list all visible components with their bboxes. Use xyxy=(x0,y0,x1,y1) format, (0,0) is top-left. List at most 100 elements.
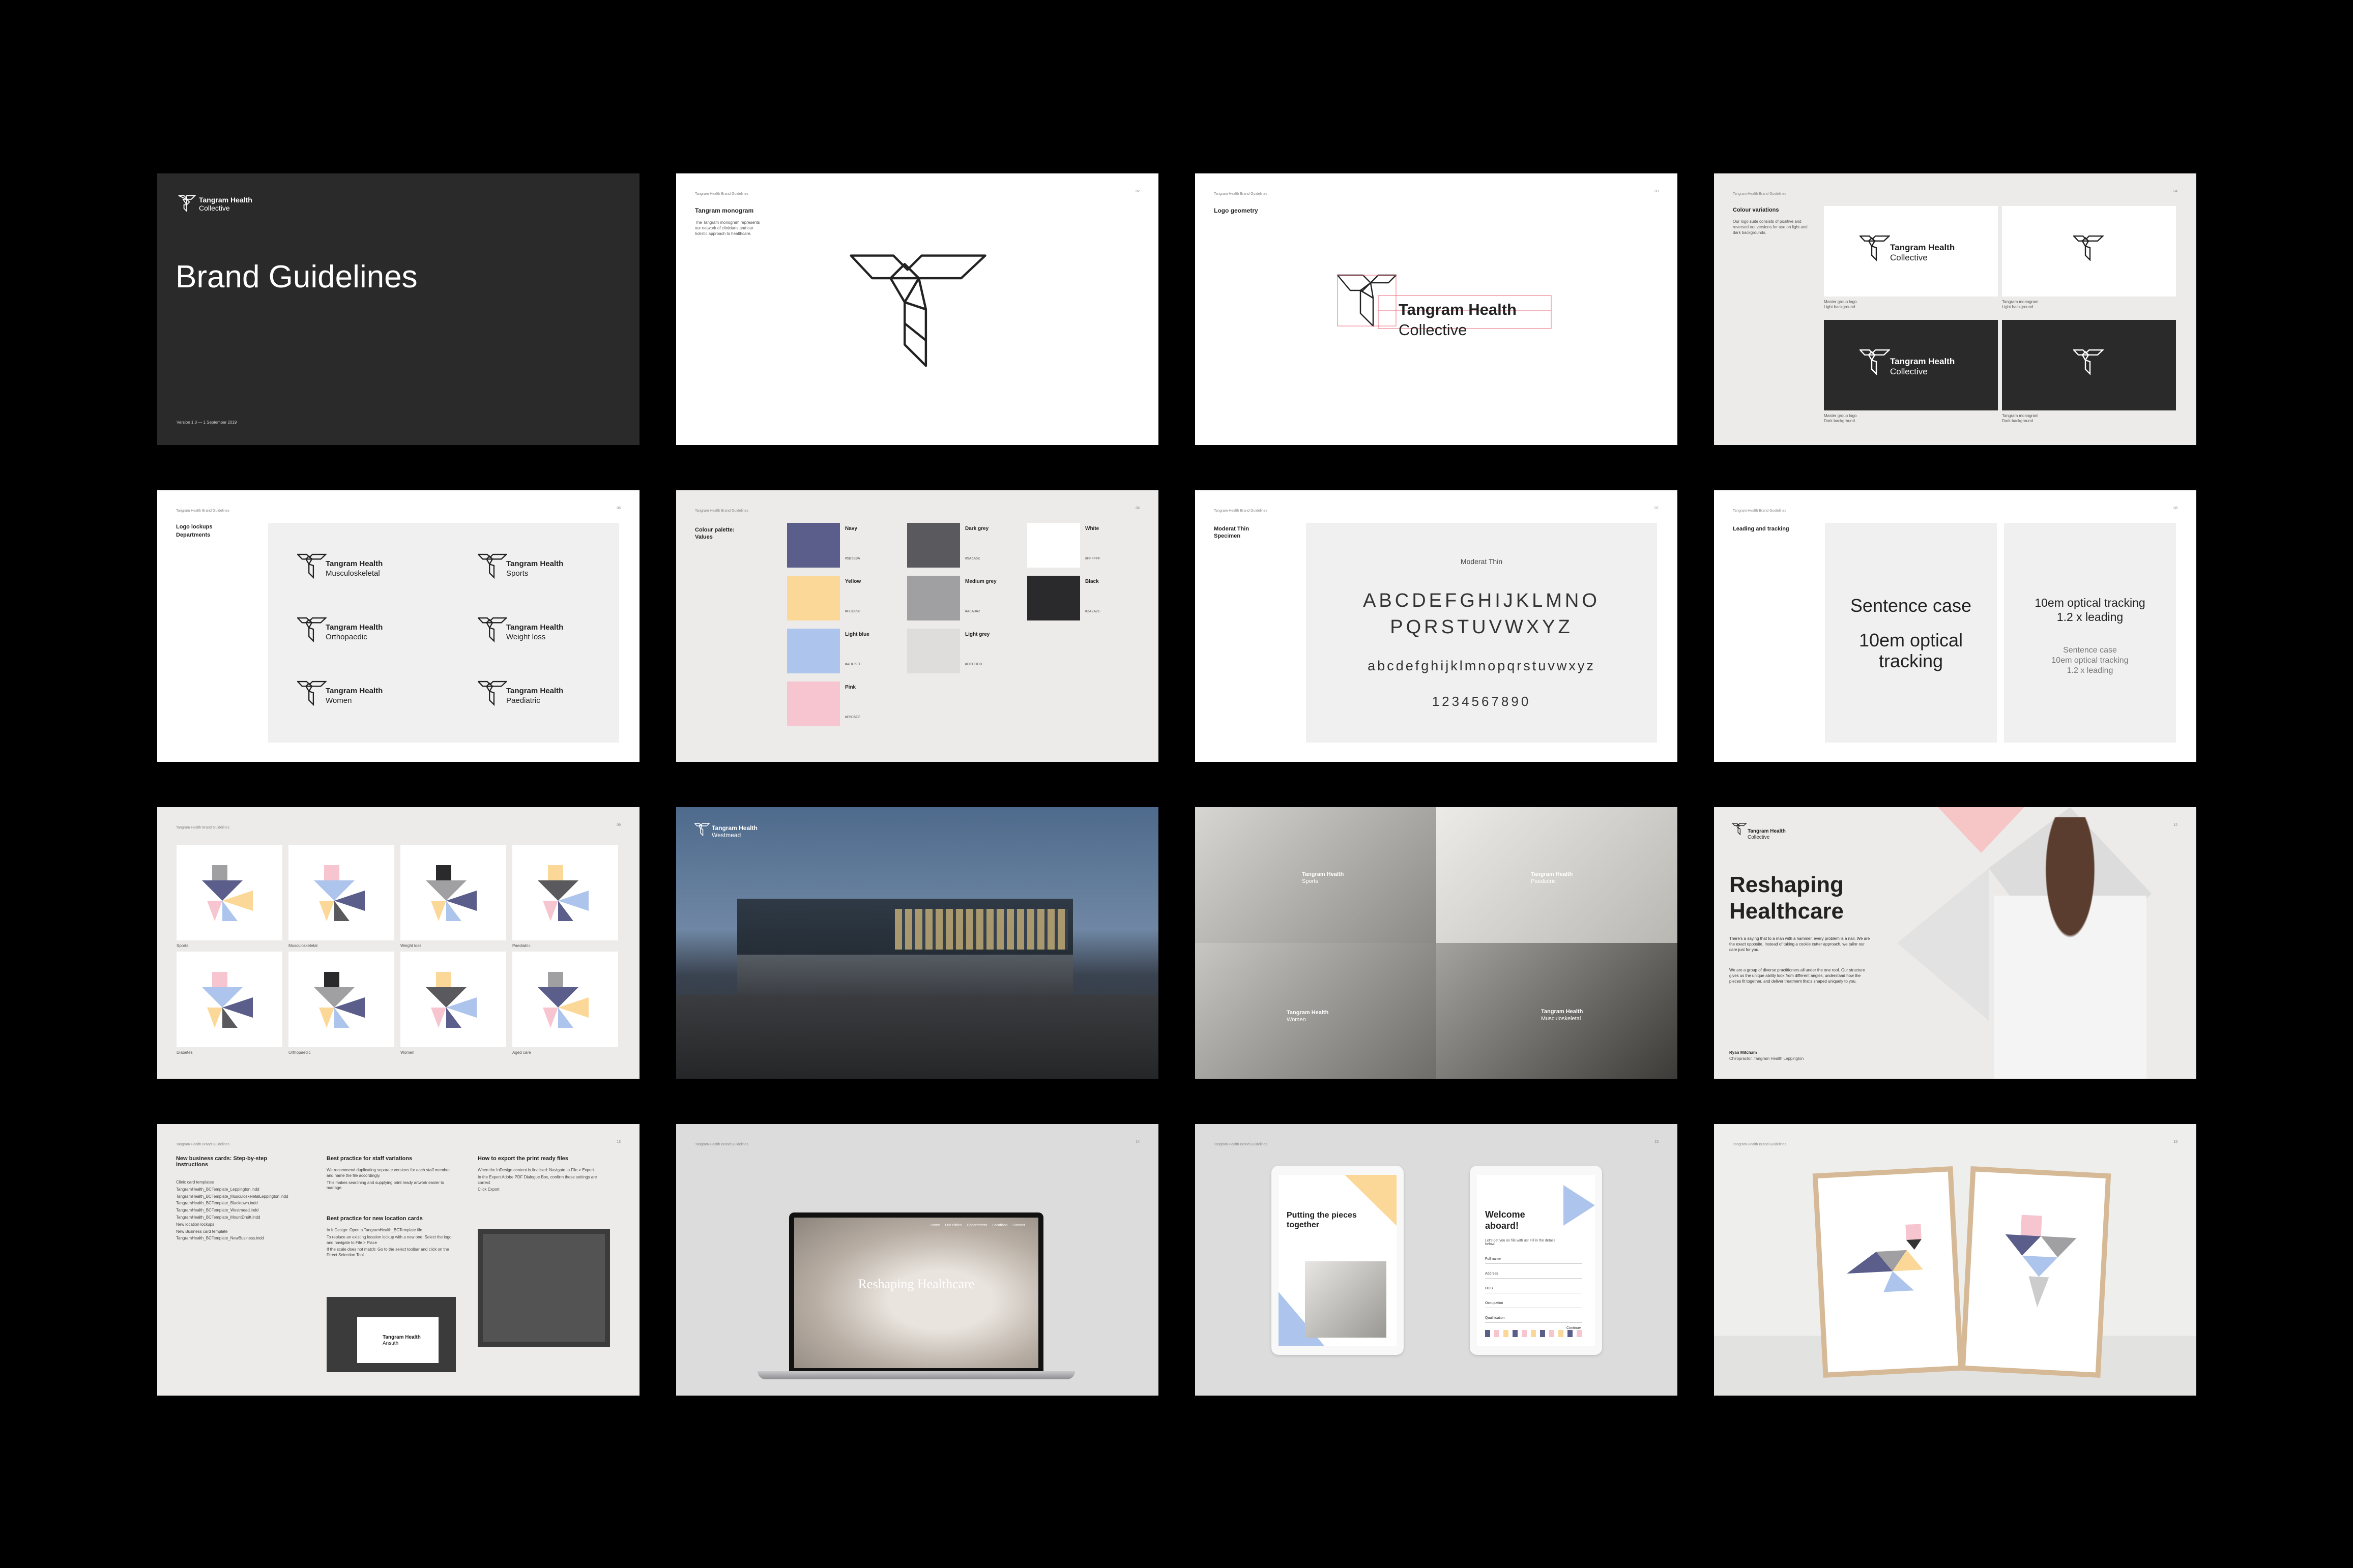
form-field[interactable]: Qualification xyxy=(1485,1310,1582,1323)
leading-panel-right xyxy=(2004,523,2176,743)
illustration-tile xyxy=(177,845,282,940)
photo-label-msk: Musculoskeletal xyxy=(1541,1016,1581,1022)
nav-item[interactable]: Home xyxy=(931,1224,940,1227)
slide-colour-variations[interactable]: Tangram Health Brand Guidelines 04 Colou… xyxy=(1714,173,2196,445)
leading-small-3: 1.2 x leading xyxy=(2067,666,2113,675)
logo-line2: Collective xyxy=(1890,367,1928,376)
slide-photo-grid[interactable]: Tangram Health Sports Tangram Health Pae… xyxy=(1195,807,1677,1079)
form-field-label: Qualification xyxy=(1485,1316,1505,1320)
photo-label-paediatric: Paediatric xyxy=(1531,878,1556,884)
form-field[interactable]: DOB xyxy=(1485,1281,1582,1293)
nav-item[interactable]: Contact xyxy=(1012,1224,1025,1227)
variation-monogram-light xyxy=(2002,206,2176,297)
list-item: TangramHealth_BCTemplate_Leppington.indd xyxy=(176,1187,259,1192)
section-title: Tangram monogram xyxy=(695,207,754,214)
poster-1-tangram-figure xyxy=(1847,1224,1923,1292)
card-logo-line1: Tangram Health xyxy=(383,1335,421,1340)
specimen-upper-1: ABCDEFGHIJKLMNO xyxy=(1363,590,1600,611)
tablet-2-form: Full name Address DOB Occupation Qualificati… xyxy=(1485,1251,1582,1337)
list-item: We recommend duplicating separate versio… xyxy=(327,1168,451,1178)
section-subtitle: Specimen xyxy=(1214,533,1240,539)
illustration-label: Weight loss xyxy=(400,943,422,948)
slide-header: Tangram Health Brand Guidelines xyxy=(1733,509,1787,513)
form-field[interactable]: Address xyxy=(1485,1266,1582,1279)
leading-optical: 10em optical tracking xyxy=(1858,630,1963,672)
slide-monogram[interactable]: Tangram Health Brand Guidelines 02 Tangr… xyxy=(676,173,1158,445)
cap-master-dark: Master group logo xyxy=(1824,413,1857,418)
tangram-figure xyxy=(202,972,253,1028)
specimen-digits: 1234567890 xyxy=(1432,694,1531,709)
logo-line1: Tangram Health xyxy=(1890,357,1955,366)
leading-right-1: 10em optical tracking xyxy=(2035,596,2145,609)
tangram-figure xyxy=(314,865,365,921)
col2-list: We recommend duplicating separate versio… xyxy=(327,1168,454,1193)
variation-master-dark: Tangram Health Collective xyxy=(1824,320,1998,410)
building-logo-line2: Westmead xyxy=(712,832,741,839)
slide-colour-palette[interactable]: Tangram Health Brand Guidelines 06 Colou… xyxy=(676,490,1158,762)
list-item: When the InDesign content is finalised: … xyxy=(478,1168,595,1172)
slide-digital[interactable]: Tangram Health Brand Guidelines 15 Putti… xyxy=(1195,1124,1677,1396)
list-item: New Business card template xyxy=(176,1229,228,1234)
page-number: 08 xyxy=(2173,507,2177,510)
indesign-screenshot-1: Tangram Health Ansuth xyxy=(327,1297,456,1372)
form-field[interactable]: Full name xyxy=(1485,1251,1582,1264)
slide-header: Tangram Health Brand Guidelines xyxy=(1214,509,1268,513)
slide-logo-geometry[interactable]: Tangram Health Brand Guidelines 03 Logo … xyxy=(1195,173,1677,445)
logo-line1: Tangram Health xyxy=(1890,243,1955,252)
reshaping-para-1: There's a saying that to a man with a ha… xyxy=(1729,936,1870,952)
col2-title: Best practice for staff variations xyxy=(327,1156,413,1162)
tangram-monogram-icon xyxy=(178,195,196,212)
slide-business-cards[interactable]: Tangram Health Brand Guidelines 13 New b… xyxy=(157,1124,640,1396)
slide-logo-lockups[interactable]: Tangram Health Brand Guidelines 05 Logo … xyxy=(157,490,640,762)
illustration-label: Sports xyxy=(177,943,189,948)
list-item: In InDesign: Open a TangramHealth_BCTemp… xyxy=(327,1228,422,1232)
photo-label-msk-brand: Tangram Health xyxy=(1541,1009,1583,1015)
homepage-hero: Reshaping Healthcare xyxy=(858,1277,975,1291)
lockup-department: Weight loss xyxy=(506,633,546,641)
swatch-hex-white: #FFFFFF xyxy=(1085,557,1100,560)
slide-reshaping[interactable]: 12 Tangram Health Collective Reshaping H… xyxy=(1714,807,2196,1079)
swatch-hex-yellow: #FCD898 xyxy=(845,610,860,613)
tangram-monogram-icon xyxy=(2073,349,2104,375)
nav-item[interactable]: Departments xyxy=(967,1224,987,1227)
illustration-tile xyxy=(177,952,282,1047)
list-item: TangramHealth_BCTemplate_Blacktown.indd xyxy=(176,1201,258,1206)
slide-typography-specimen[interactable]: Tangram Health Brand Guidelines 07 Moder… xyxy=(1195,490,1677,762)
slide-cover[interactable]: Tangram Health Collective Brand Guidelin… xyxy=(157,173,640,445)
form-field[interactable]: Occupation xyxy=(1485,1295,1582,1308)
page-number: 02 xyxy=(1136,190,1140,193)
slide-header: Tangram Health Brand Guidelines xyxy=(176,509,230,513)
building-lower xyxy=(737,955,1073,995)
slide-header: Tangram Health Brand Guidelines xyxy=(695,1143,749,1146)
building-logo-line1: Tangram Health xyxy=(712,824,758,832)
tablet-2-next[interactable]: Continue xyxy=(1566,1326,1581,1330)
geometry-logo-line1: Tangram Health xyxy=(1399,301,1517,318)
section-desc: The Tangram monogram represents our netw… xyxy=(695,220,760,236)
slide-posters[interactable]: Tangram Health Brand Guidelines 15 xyxy=(1714,1124,2196,1396)
swatch-name-lightgrey: Light grey xyxy=(965,632,990,637)
nav-item[interactable]: Our clinics xyxy=(945,1224,962,1227)
tangram-monogram-icon xyxy=(1860,349,1890,375)
cover-brand-line2: Collective xyxy=(199,204,230,212)
tangram-figure xyxy=(426,972,477,1028)
card-preview xyxy=(357,1317,439,1363)
cap-mono-dark: Tangram monogram xyxy=(2002,413,2039,418)
tangram-monogram-icon xyxy=(297,617,327,643)
nav-item[interactable]: Locations xyxy=(992,1224,1007,1227)
swatch-lightblue xyxy=(787,629,840,673)
swatch-white xyxy=(1027,523,1080,568)
slide-leading-tracking[interactable]: Tangram Health Brand Guidelines 08 Leadi… xyxy=(1714,490,2196,762)
slide-illustrations[interactable]: Tangram Health Brand Guidelines 09 Sport… xyxy=(157,807,640,1079)
photo-label-sports-brand: Tangram Health xyxy=(1302,871,1344,877)
slide-homepage[interactable]: Tangram Health Brand Guidelines 14 Resha… xyxy=(676,1124,1158,1396)
illustration-label: Musculoskeletal xyxy=(288,943,317,948)
tablet-2-triangle-row xyxy=(1485,1330,1582,1337)
illustration-tile xyxy=(288,952,394,1047)
section-subtitle: Departments xyxy=(176,532,211,538)
slide-header: Tangram Health Brand Guidelines xyxy=(695,509,749,513)
slide-header: Tangram Health Brand Guidelines xyxy=(1214,192,1268,196)
swatch-name-darkgrey: Dark grey xyxy=(965,526,989,531)
col3-list: When the InDesign content is finalised: … xyxy=(478,1168,605,1194)
slide-building-photo[interactable]: Tangram Health Westmead xyxy=(676,807,1158,1079)
illustration-tile xyxy=(400,952,506,1047)
